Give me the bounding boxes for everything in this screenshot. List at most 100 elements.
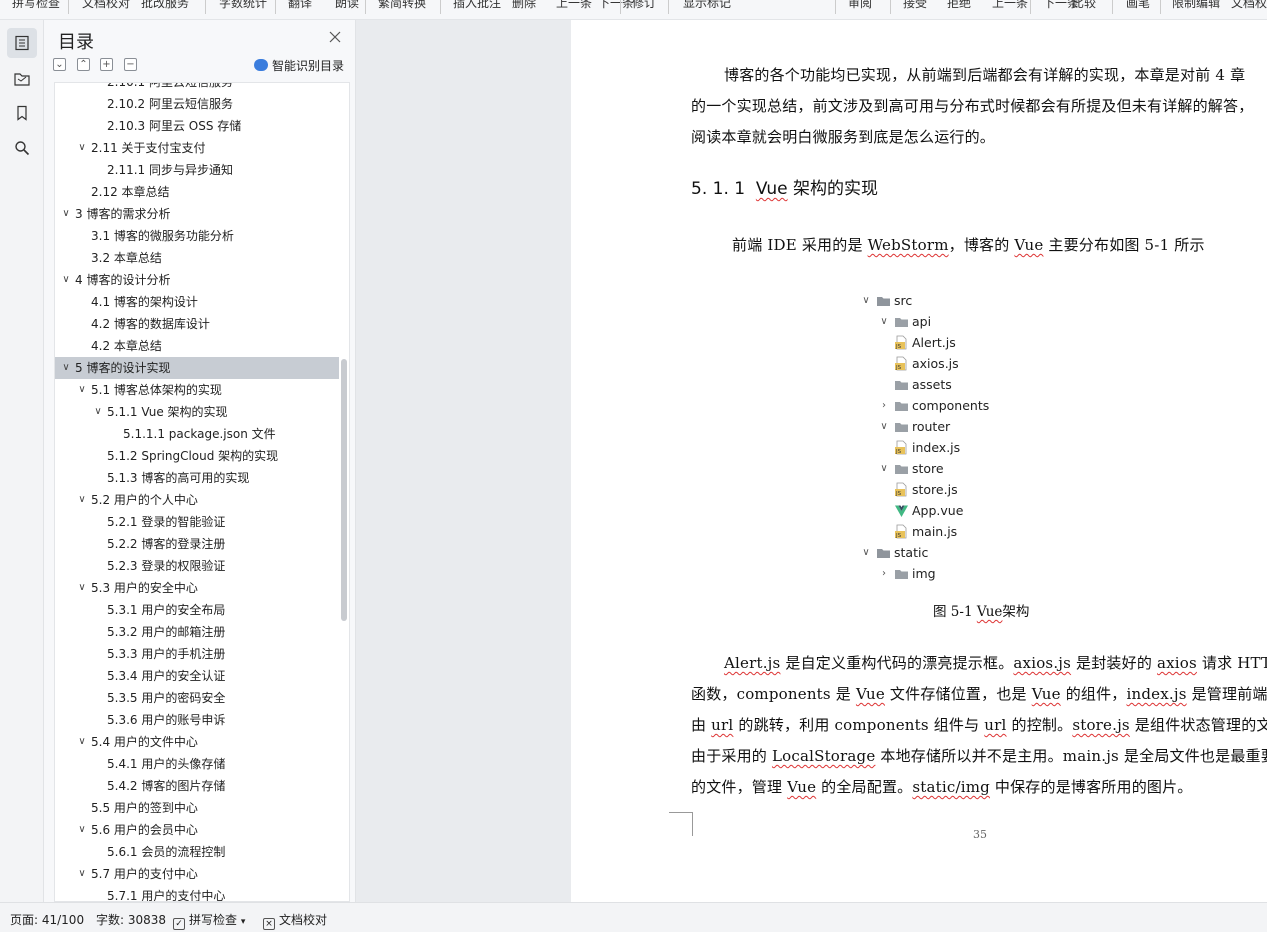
outline-item[interactable]: 3.2 本章总结 — [55, 247, 339, 269]
outline-item[interactable]: 3.1 博客的微服务功能分析 — [55, 225, 339, 247]
outline-item[interactable]: 5.3.2 用户的邮箱注册 — [55, 621, 339, 643]
outline-item-label: 5.2 用户的个人中心 — [91, 493, 198, 507]
add-heading-icon[interactable]: + — [100, 58, 113, 71]
toolbar-item[interactable]: 限制编辑 — [1172, 0, 1220, 11]
toolbar-item[interactable]: 下一条 — [598, 0, 634, 11]
outline-item[interactable]: 5.3.5 用户的密码安全 — [55, 687, 339, 709]
outline-item-label: 5.4.1 用户的头像存储 — [107, 757, 226, 771]
toolbar-item[interactable]: 修订 — [632, 0, 656, 11]
outline-item[interactable]: ∨ 5.2 用户的个人中心 — [55, 489, 339, 511]
outline-item[interactable]: 5.5 用户的签到中心 — [55, 797, 339, 819]
document-page[interactable]: 博客的各个功能均已实现，从前端到后端都会有详解的实现，本章是对前 4 章 的一个… — [571, 20, 1267, 902]
outline-item[interactable]: 2.10.3 阿里云 OSS 存储 — [55, 115, 339, 137]
outline-item[interactable]: ∨ 5.7 用户的支付中心 — [55, 863, 339, 885]
outline-item[interactable]: 5.3.1 用户的安全布局 — [55, 599, 339, 621]
outline-item[interactable]: 5.2.3 登录的权限验证 — [55, 555, 339, 577]
chevron-down-icon[interactable]: ∨ — [75, 863, 89, 885]
outline-item[interactable]: ∨ 5.3 用户的安全中心 — [55, 577, 339, 599]
toolbar-item[interactable]: 朗读 — [335, 0, 359, 11]
outline-item[interactable]: ∨ 5 博客的设计实现 — [55, 357, 339, 379]
chevron-right-icon: › — [882, 568, 886, 579]
toolbar-item[interactable]: 接受 — [903, 0, 927, 11]
bookmark-folder-icon[interactable] — [7, 64, 37, 94]
chevron-down-icon[interactable]: ∨ — [59, 357, 73, 379]
outline-item[interactable]: 5.7.1 用户的支付中心 — [55, 885, 339, 901]
outline-scrollbar[interactable] — [341, 359, 347, 621]
toolbar-item[interactable]: 字数统计 — [219, 0, 267, 11]
toolbar-item[interactable]: 文档权 — [1231, 0, 1267, 11]
status-bar: 页面: 41/100 字数: 30838 ✓ 拼写检查 ▾ × 文档校对 — [0, 902, 1267, 932]
outline-item[interactable]: 4.2 本章总结 — [55, 335, 339, 357]
word-count[interactable]: 字数: 30838 — [96, 911, 166, 928]
spell-check-toggle[interactable]: ✓ 拼写检查 ▾ — [173, 911, 245, 930]
ai-icon — [254, 59, 268, 71]
toolbar-item[interactable]: 翻译 — [288, 0, 312, 11]
chevron-down-icon[interactable]: ∨ — [75, 137, 89, 159]
outline-item[interactable]: ∨ 3 博客的需求分析 — [55, 203, 339, 225]
bookmark-icon[interactable] — [7, 98, 37, 128]
chevron-down-icon[interactable]: ∨ — [59, 203, 73, 225]
outline-item-label: 5 博客的设计实现 — [75, 361, 171, 375]
toolbar-item[interactable]: 审阅 — [848, 0, 872, 11]
outline-icon[interactable] — [7, 28, 37, 58]
outline-item[interactable]: ∨ 4 博客的设计分析 — [55, 269, 339, 291]
toolbar-item[interactable]: 拼写检查 — [12, 0, 60, 11]
page-number: 35 — [973, 828, 987, 841]
outline-item[interactable]: 5.3.6 用户的账号申诉 — [55, 709, 339, 731]
proofread-toggle[interactable]: × 文档校对 — [263, 911, 327, 930]
file-tree-label: components — [912, 398, 990, 413]
toolbar-item[interactable]: 繁简转换 — [378, 0, 426, 11]
outline-item[interactable]: ∨ 2.11 关于支付宝支付 — [55, 137, 339, 159]
outline-item[interactable]: ∨ 5.4 用户的文件中心 — [55, 731, 339, 753]
chevron-down-icon[interactable]: ∨ — [75, 731, 89, 753]
toolbar-item[interactable]: 文档校对 — [82, 0, 130, 11]
outline-item[interactable]: ∨ 5.6 用户的会员中心 — [55, 819, 339, 841]
vue-file-icon — [894, 503, 909, 517]
remove-heading-icon[interactable]: − — [124, 58, 137, 71]
outline-item[interactable]: 5.2.1 登录的智能验证 — [55, 511, 339, 533]
outline-item[interactable]: 5.4.2 博客的图片存储 — [55, 775, 339, 797]
toolbar-item[interactable]: 显示标记 — [683, 0, 731, 11]
toolbar-item[interactable]: 插入批注 — [453, 0, 501, 11]
outline-item-label: 5.3 用户的安全中心 — [91, 581, 198, 595]
outline-item[interactable]: 5.2.2 博客的登录注册 — [55, 533, 339, 555]
page-indicator[interactable]: 页面: 41/100 — [10, 911, 84, 928]
chevron-down-icon[interactable]: ∨ — [75, 819, 89, 841]
chevron-down-icon[interactable]: ∨ — [75, 489, 89, 511]
toolbar-item[interactable]: 上一条 — [556, 0, 592, 11]
chevron-down-icon[interactable]: ∨ — [75, 577, 89, 599]
chevron-down-icon[interactable]: ∨ — [91, 401, 105, 423]
smart-toc-button[interactable]: 智能识别目录 — [254, 57, 344, 73]
outline-item[interactable]: 5.3.4 用户的安全认证 — [55, 665, 339, 687]
search-icon[interactable] — [7, 133, 37, 163]
close-icon[interactable] — [327, 29, 343, 45]
collapse-all-icon[interactable]: ⌄ — [53, 58, 66, 71]
para2-text: 由于采用的 — [691, 747, 772, 765]
toolbar-item[interactable]: 画笔 — [1126, 0, 1150, 11]
outline-item[interactable]: ∨ 5.1.1 Vue 架构的实现 — [55, 401, 339, 423]
chevron-down-icon[interactable]: ∨ — [59, 269, 73, 291]
outline-item[interactable]: 5.3.3 用户的手机注册 — [55, 643, 339, 665]
chevron-down-icon[interactable]: ∨ — [75, 379, 89, 401]
outline-item[interactable]: 5.6.1 会员的流程控制 — [55, 841, 339, 863]
toolbar-item[interactable]: 批改服务 — [141, 0, 189, 11]
outline-item[interactable]: 5.1.3 博客的高可用的实现 — [55, 467, 339, 489]
folder-icon — [894, 398, 909, 412]
toolbar-item[interactable]: 拒绝 — [947, 0, 971, 11]
outline-item[interactable]: 4.1 博客的架构设计 — [55, 291, 339, 313]
outline-item[interactable]: ∨ 5.1 博客总体架构的实现 — [55, 379, 339, 401]
expand-up-icon[interactable]: ⌃ — [77, 58, 90, 71]
outline-item[interactable]: 2.12 本章总结 — [55, 181, 339, 203]
toolbar-item[interactable]: 删除 — [512, 0, 536, 11]
outline-item[interactable]: 5.1.2 SpringCloud 架构的实现 — [55, 445, 339, 467]
outline-item[interactable]: 2.10.1 阿里云短信服务 — [55, 83, 339, 93]
outline-item[interactable]: 4.2 博客的数据库设计 — [55, 313, 339, 335]
outline-item[interactable]: 2.11.1 同步与异步通知 — [55, 159, 339, 181]
outline-item[interactable]: 5.1.1.1 package.json 文件 — [55, 423, 339, 445]
outline-item-label: 5.2.2 博客的登录注册 — [107, 537, 226, 551]
toolbar-item[interactable]: 上一条 — [992, 0, 1028, 11]
file-tree-label: main.js — [912, 524, 958, 539]
outline-item[interactable]: 5.4.1 用户的头像存储 — [55, 753, 339, 775]
outline-item[interactable]: 2.10.2 阿里云短信服务 — [55, 93, 339, 115]
toolbar-item[interactable]: 比较 — [1072, 0, 1096, 11]
